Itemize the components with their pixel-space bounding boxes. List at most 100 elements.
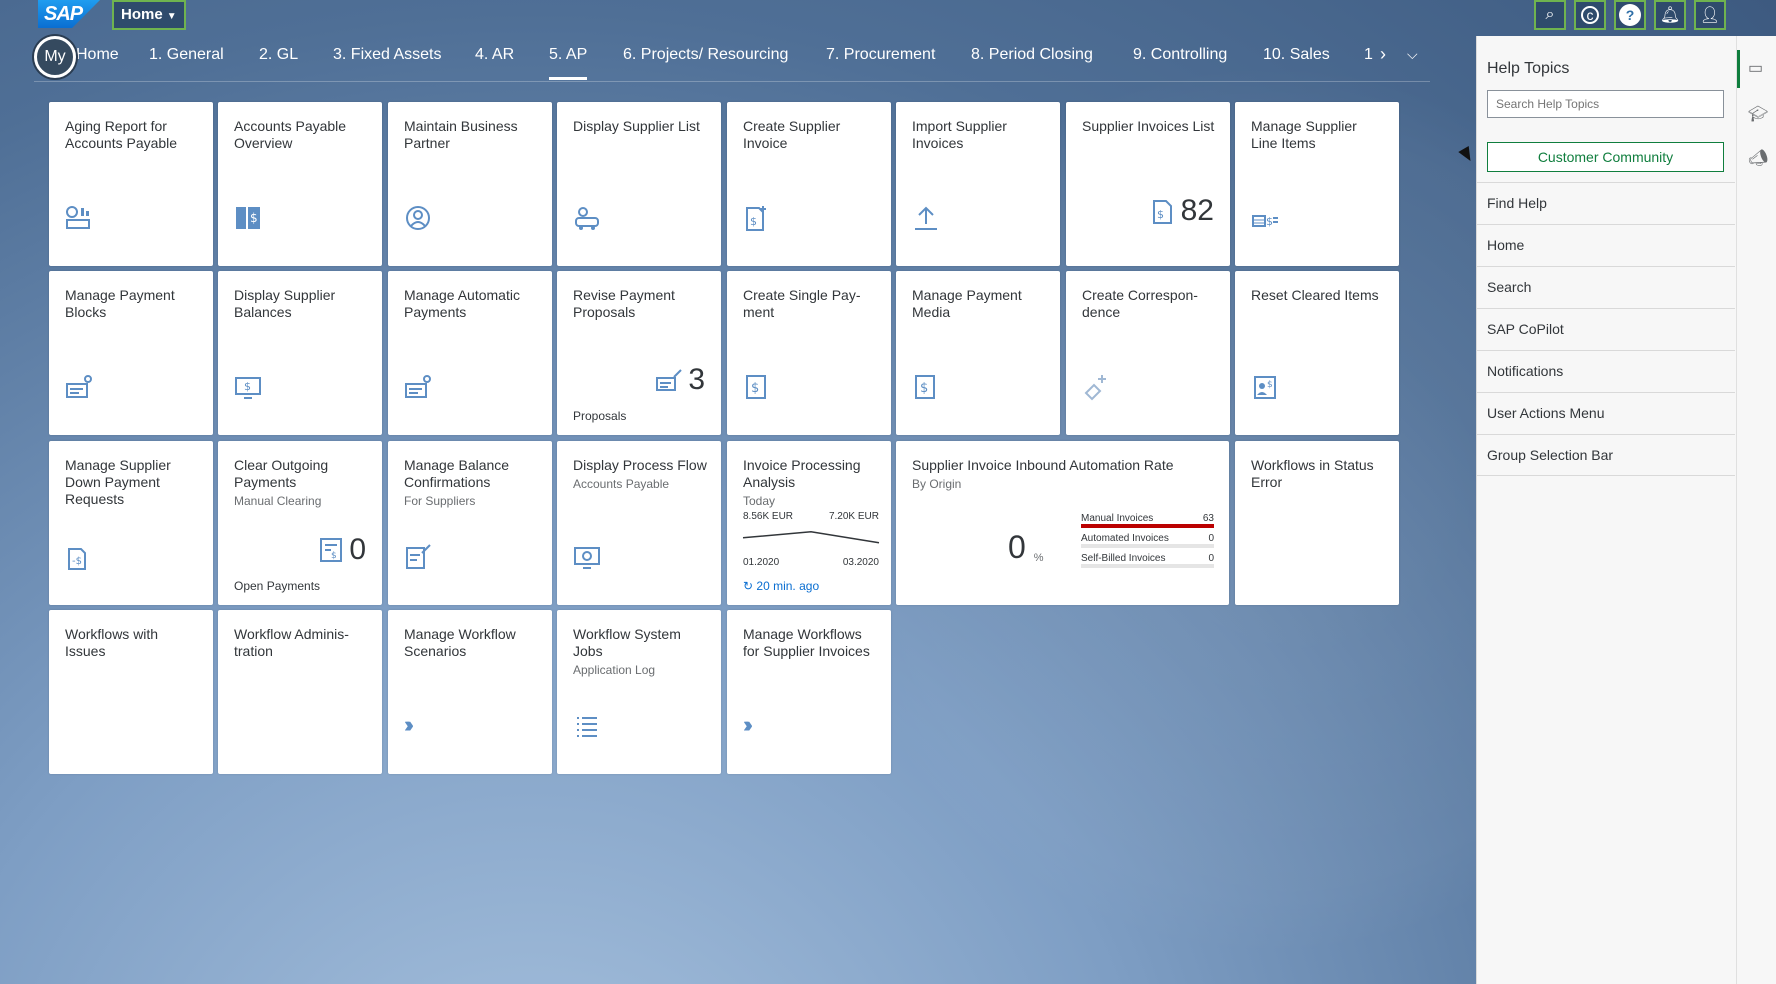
refresh-text: 20 min. ago (756, 579, 820, 593)
tile-footer: Proposals (573, 409, 627, 423)
tab-home[interactable]: Home (76, 46, 119, 64)
tab-procurement[interactable]: 7. Procurement (826, 46, 935, 64)
tile-title: Create Correspon-dence (1082, 287, 1198, 320)
kpi: 3 (656, 363, 705, 397)
kpi-unit: % (1033, 552, 1044, 564)
tile-title: Manage Payment Blocks (65, 287, 175, 320)
help-topic-copilot[interactable]: SAP CoPilot (1477, 308, 1735, 350)
tile-payment-media[interactable]: Manage Payment Media $ (896, 271, 1060, 435)
announcement-icon[interactable]: 📣︎ (1748, 148, 1768, 168)
tab-ap[interactable]: 5. AP (549, 46, 588, 80)
help-topic-notifications[interactable]: Notifications (1477, 350, 1735, 392)
chevron-right-icon[interactable]: › (1380, 44, 1386, 65)
tile-revise-proposals[interactable]: Revise Payment Proposals 3 Proposals (557, 271, 721, 435)
avatar[interactable]: My (34, 36, 76, 78)
tile-invoice-analysis[interactable]: Invoice Processing Analysis Today 8.56K E… (727, 441, 891, 605)
tile-title: Manage Automatic Payments (404, 287, 520, 320)
tile-reset-cleared[interactable]: Reset Cleared Items $ (1235, 271, 1399, 435)
tile-workflow-supplier-invoices[interactable]: Manage Workflows for Supplier Invoices ›… (727, 610, 891, 774)
svg-text:$: $ (750, 215, 757, 228)
help-topic-list: Find Help Home Search SAP CoPilot Notifi… (1477, 182, 1735, 476)
tile-workflow-issues[interactable]: Workflows with Issues (49, 610, 213, 774)
tile-supplier-list[interactable]: Display Supplier List (557, 102, 721, 266)
help-search-input[interactable] (1487, 90, 1724, 118)
chevrons-icon: ››› (743, 712, 753, 737)
tile-title: Display Process Flow Accounts Payable (573, 457, 709, 493)
home-menu-label: Home (121, 6, 163, 23)
tile-title: Workflows with Issues (65, 626, 159, 659)
kpi-value: 82 (1180, 194, 1214, 227)
balance-icon: $ (235, 377, 261, 399)
tile-business-partner[interactable]: Maintain Business Partner (388, 102, 552, 266)
tile-import-invoices[interactable]: Import Supplier Invoices (896, 102, 1060, 266)
tile-automation-rate[interactable]: Supplier Invoice Inbound Automation Rate… (896, 441, 1229, 605)
tile-title: Reset Cleared Items (1251, 287, 1379, 303)
copilot-icon: c (1581, 6, 1599, 24)
rail-selection-indicator (1737, 50, 1740, 88)
tile-workflow-jobs[interactable]: Workflow System Jobs Application Log (557, 610, 721, 774)
tile-balance-confirmations[interactable]: Manage Balance Confirmations For Supplier… (388, 441, 552, 605)
help-button[interactable]: ? (1614, 0, 1646, 30)
help-topic-find-help[interactable]: Find Help (1477, 182, 1735, 224)
tile-line-items[interactable]: Manage Supplier Line Items $ (1235, 102, 1399, 266)
tab-controlling[interactable]: 9. Controlling (1133, 46, 1227, 64)
tile-single-payment[interactable]: Create Single Pay-ment $ (727, 271, 891, 435)
search-button[interactable]: ⌕ (1534, 0, 1566, 30)
chat-icon[interactable]: ▭ (1748, 58, 1763, 78)
tile-footer: Open Payments (234, 579, 321, 593)
breakdown-value: 0 (1208, 533, 1214, 544)
tile-workflow-status-error[interactable]: Workflows in Status Error (1235, 441, 1399, 605)
tile-title: Display Supplier Balances (234, 287, 336, 320)
tab-ar[interactable]: 4. AR (475, 46, 514, 64)
help-topic-search[interactable]: Search (1477, 266, 1735, 308)
copilot-button[interactable]: c (1574, 0, 1606, 30)
refresh-icon: ↻ (743, 579, 754, 593)
help-topic-user-actions[interactable]: User Actions Menu (1477, 392, 1735, 434)
breakdown-value: 63 (1202, 513, 1214, 524)
breakdown-label: Self-Billed Invoices (1081, 553, 1166, 564)
kpi-value: 3 (688, 363, 705, 396)
group-tab-bar: Home 1. General 2. GL 3. Fixed Assets 4.… (34, 36, 1430, 82)
auto-payment-icon (405, 375, 431, 398)
customer-community-button[interactable]: Customer Community (1487, 142, 1724, 172)
tile-correspondence[interactable]: Create Correspon-dence (1066, 271, 1230, 435)
tab-overflow[interactable]: 1 (1364, 46, 1373, 64)
tile-workflow-admin[interactable]: Workflow Adminis-tration (218, 610, 382, 774)
tab-fixed-assets[interactable]: 3. Fixed Assets (333, 46, 442, 64)
tab-general[interactable]: 1. General (149, 46, 224, 64)
tile-ap-overview[interactable]: Accounts Payable Overview $ (218, 102, 382, 266)
refresh-info[interactable]: ↻ 20 min. ago (743, 579, 819, 593)
tab-period-closing[interactable]: 8. Period Closing (971, 46, 1093, 64)
tile-supplier-balances[interactable]: Display Supplier Balances $ (218, 271, 382, 435)
kpi-value: 0 (349, 533, 366, 566)
shell-bar: SAP Home ▼ ⌕ c ? 🔔︎ 👤︎ (0, 0, 1776, 30)
tile-title: Manage Workflow Scenarios (404, 626, 516, 659)
tile-aging-report[interactable]: Aging Report for Accounts Payable (49, 102, 213, 266)
tile-create-invoice[interactable]: Create Supplier Invoice $ (727, 102, 891, 266)
tile-auto-payments[interactable]: Manage Automatic Payments (388, 271, 552, 435)
tile-down-payment[interactable]: Manage Supplier Down Payment Requests -$ (49, 441, 213, 605)
notifications-button[interactable]: 🔔︎ (1654, 0, 1686, 30)
tile-process-flow[interactable]: Display Process Flow Accounts Payable (557, 441, 721, 605)
help-topic-group-selection[interactable]: Group Selection Bar (1477, 434, 1735, 476)
chart-right-date: 03.2020 (843, 557, 880, 568)
breakdown-value: 0 (1208, 553, 1214, 564)
tab-sales[interactable]: 10. Sales (1263, 46, 1330, 64)
breakdown-row: Automated Invoices 0 (1081, 533, 1214, 544)
tab-gl[interactable]: 2. GL (259, 46, 298, 64)
tile-clear-outgoing[interactable]: Clear Outgoing Payments Manual Clearing $… (218, 441, 382, 605)
chevron-down-icon[interactable]: ⌵ (1407, 46, 1418, 63)
help-topic-home[interactable]: Home (1477, 224, 1735, 266)
breakdown-row: Self-Billed Invoices 0 (1081, 553, 1214, 564)
tile-workflow-scenarios[interactable]: Manage Workflow Scenarios ››› (388, 610, 552, 774)
payment-block-icon (66, 375, 92, 398)
tile-payment-blocks[interactable]: Manage Payment Blocks (49, 271, 213, 435)
user-button[interactable]: 👤︎ (1694, 0, 1726, 30)
caret-down-icon: ▼ (166, 11, 177, 22)
tile-subtitle: Accounts Payable (573, 477, 670, 491)
tile-invoices-list[interactable]: Supplier Invoices List $ 82 (1066, 102, 1230, 266)
sap-logo[interactable]: SAP (38, 0, 100, 28)
tab-projects[interactable]: 6. Projects/ Resourcing (623, 46, 788, 64)
learning-icon[interactable]: 🎓︎ (1748, 104, 1768, 124)
home-menu-button[interactable]: Home ▼ (112, 0, 186, 30)
